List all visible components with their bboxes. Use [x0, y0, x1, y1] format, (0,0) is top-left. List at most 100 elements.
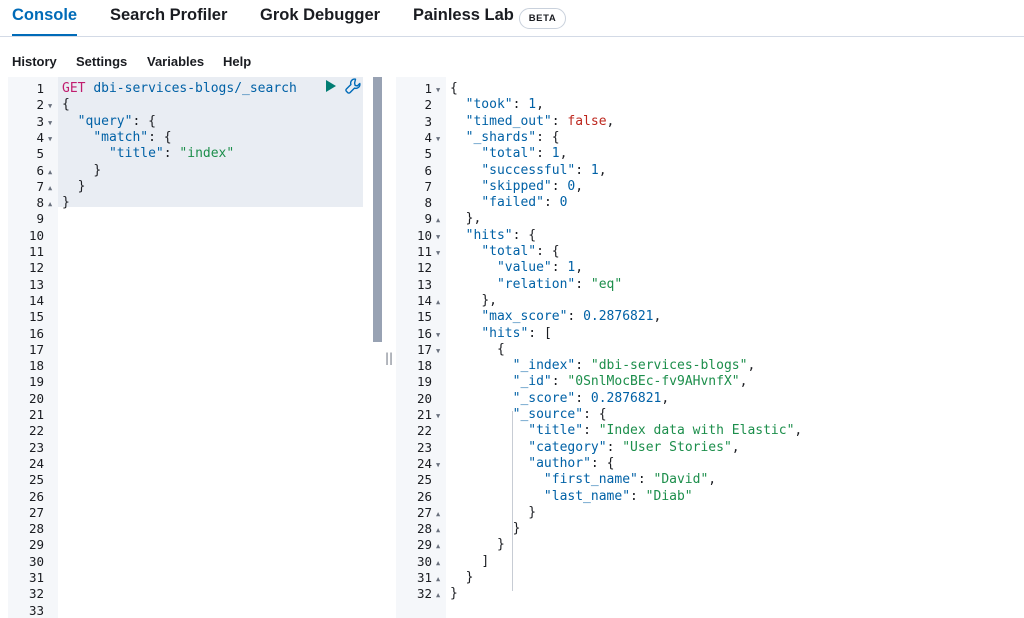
response-line: 15 "max_score": 0.2876821,: [396, 309, 1024, 325]
code-text: "timed_out": false,: [465, 113, 615, 129]
line-number: 1: [424, 81, 432, 96]
response-line: 20 "_score": 0.2876821,: [396, 391, 1024, 407]
request-line: 6 ▲ }: [8, 163, 382, 179]
fold-close-icon[interactable]: ▲: [436, 212, 440, 228]
line-number: 7: [36, 178, 44, 194]
play-icon[interactable]: [326, 80, 336, 92]
wrench-icon[interactable]: [344, 77, 362, 95]
response-line: 16 ▼ "hits": [: [396, 326, 1024, 342]
request-line: 19: [8, 374, 382, 390]
code-text: },: [465, 211, 482, 227]
request-line: 7 ▲ }: [8, 179, 382, 195]
code-text: ]: [481, 553, 490, 569]
line-number: 15: [28, 309, 44, 325]
resize-handle-icon[interactable]: ||: [385, 351, 393, 365]
response-line: 22 "title": "Index data with Elastic",: [396, 423, 1024, 439]
tab-search-profiler[interactable]: Search Profiler: [110, 6, 227, 30]
response-line: 30 ▲ ]: [396, 554, 1024, 570]
fold-open-icon[interactable]: ▼: [48, 131, 52, 147]
panel-resizer[interactable]: [382, 77, 395, 618]
code-text: }: [465, 570, 474, 585]
response-line: 32 ▲}: [396, 586, 1024, 602]
response-line: 5 "total": 1,: [396, 146, 1024, 162]
fold-close-icon[interactable]: ▲: [436, 555, 440, 571]
response-line: 17 ▼ {: [396, 342, 1024, 358]
fold-open-icon[interactable]: ▼: [436, 245, 440, 261]
fold-close-icon[interactable]: ▲: [48, 180, 52, 196]
request-line: 21: [8, 407, 382, 423]
beta-badge: BETA: [519, 8, 566, 29]
line-number: 18: [28, 358, 44, 374]
line-number: 7: [424, 178, 432, 194]
fold-open-icon[interactable]: ▼: [436, 457, 440, 473]
line-number: 26: [28, 488, 44, 504]
response-line: 23 "category": "User Stories",: [396, 440, 1024, 456]
fold-open-icon[interactable]: ▼: [436, 131, 440, 147]
response-line: 29 ▲ }: [396, 537, 1024, 553]
menu-help[interactable]: Help: [223, 54, 251, 69]
code-text: "skipped": 0,: [481, 178, 584, 194]
line-number: 10: [28, 227, 44, 243]
response-line: 10 ▼ "hits": {: [396, 228, 1024, 244]
code-text: }: [512, 521, 521, 537]
code-text: "_shards": {: [465, 129, 560, 145]
response-line: 25 "first_name": "David",: [396, 472, 1024, 488]
request-line: 13: [8, 277, 382, 293]
request-line: 3 ▼ "query": {: [8, 114, 382, 130]
request-scrollbar[interactable]: [373, 77, 382, 342]
fold-open-icon[interactable]: ▼: [436, 343, 440, 359]
request-line: 20: [8, 391, 382, 407]
line-number: 26: [416, 488, 432, 504]
code-text: "took": 1,: [465, 97, 544, 113]
menu-history[interactable]: History: [12, 54, 57, 69]
top-tabs: Console Search Profiler Grok Debugger Pa…: [0, 0, 1024, 37]
fold-close-icon[interactable]: ▲: [436, 571, 440, 587]
fold-close-icon[interactable]: ▲: [48, 196, 52, 212]
fold-close-icon[interactable]: ▲: [48, 164, 52, 180]
tab-console[interactable]: Console: [12, 6, 78, 36]
code-text: }: [77, 178, 86, 194]
response-line: 8 "failed": 0: [396, 195, 1024, 211]
menu-settings[interactable]: Settings: [76, 54, 127, 69]
code-text: "hits": {: [465, 227, 537, 243]
fold-close-icon[interactable]: ▲: [436, 522, 440, 538]
request-line: 27: [8, 505, 382, 521]
fold-open-icon[interactable]: ▼: [48, 115, 52, 131]
line-number: 16: [416, 325, 432, 341]
line-number: 25: [28, 472, 44, 488]
request-editor[interactable]: 1 GET dbi-services-blogs/_search 2 ▼{3 ▼ "qu…: [8, 77, 382, 618]
fold-close-icon[interactable]: ▲: [436, 538, 440, 554]
line-number: 5: [36, 146, 44, 162]
request-line: 11: [8, 244, 382, 260]
fold-open-icon[interactable]: ▼: [436, 327, 440, 343]
fold-open-icon[interactable]: ▼: [436, 408, 440, 424]
code-text: "last_name": "Diab": [543, 488, 693, 504]
line-number: 11: [28, 244, 44, 259]
tab-painless-lab[interactable]: Painless Lab: [413, 6, 514, 30]
tab-grok-debugger[interactable]: Grok Debugger: [260, 6, 380, 30]
fold-open-icon[interactable]: ▼: [436, 229, 440, 245]
code-text: "total": {: [481, 244, 560, 259]
fold-close-icon[interactable]: ▲: [436, 294, 440, 310]
fold-open-icon[interactable]: ▼: [48, 98, 52, 114]
line-number: 27: [28, 504, 44, 520]
request-line: 8 ▲}: [8, 195, 382, 211]
fold-close-icon[interactable]: ▲: [436, 506, 440, 522]
line-number: 24: [28, 455, 44, 471]
response-line: 27 ▲ }: [396, 505, 1024, 521]
line-number: 31: [416, 570, 432, 585]
fold-close-icon[interactable]: ▲: [436, 587, 440, 603]
console-menu: History Settings Variables Help: [0, 52, 400, 72]
line-number: 32: [28, 586, 44, 602]
request-line: 5 "title": "index": [8, 146, 382, 162]
response-line: 21 ▼ "_source": {: [396, 407, 1024, 423]
request-line: 26: [8, 489, 382, 505]
line-number: 27: [416, 504, 432, 520]
response-editor[interactable]: 1 ▼{2 "took": 1, 3 "timed_out": false, 4 ▼ "…: [396, 77, 1024, 618]
code-text: }: [62, 195, 70, 211]
fold-open-icon[interactable]: ▼: [436, 82, 440, 98]
line-number: 15: [416, 309, 432, 325]
response-line: 9 ▲ },: [396, 211, 1024, 227]
response-line: 11 ▼ "total": {: [396, 244, 1024, 260]
menu-variables[interactable]: Variables: [147, 54, 204, 69]
